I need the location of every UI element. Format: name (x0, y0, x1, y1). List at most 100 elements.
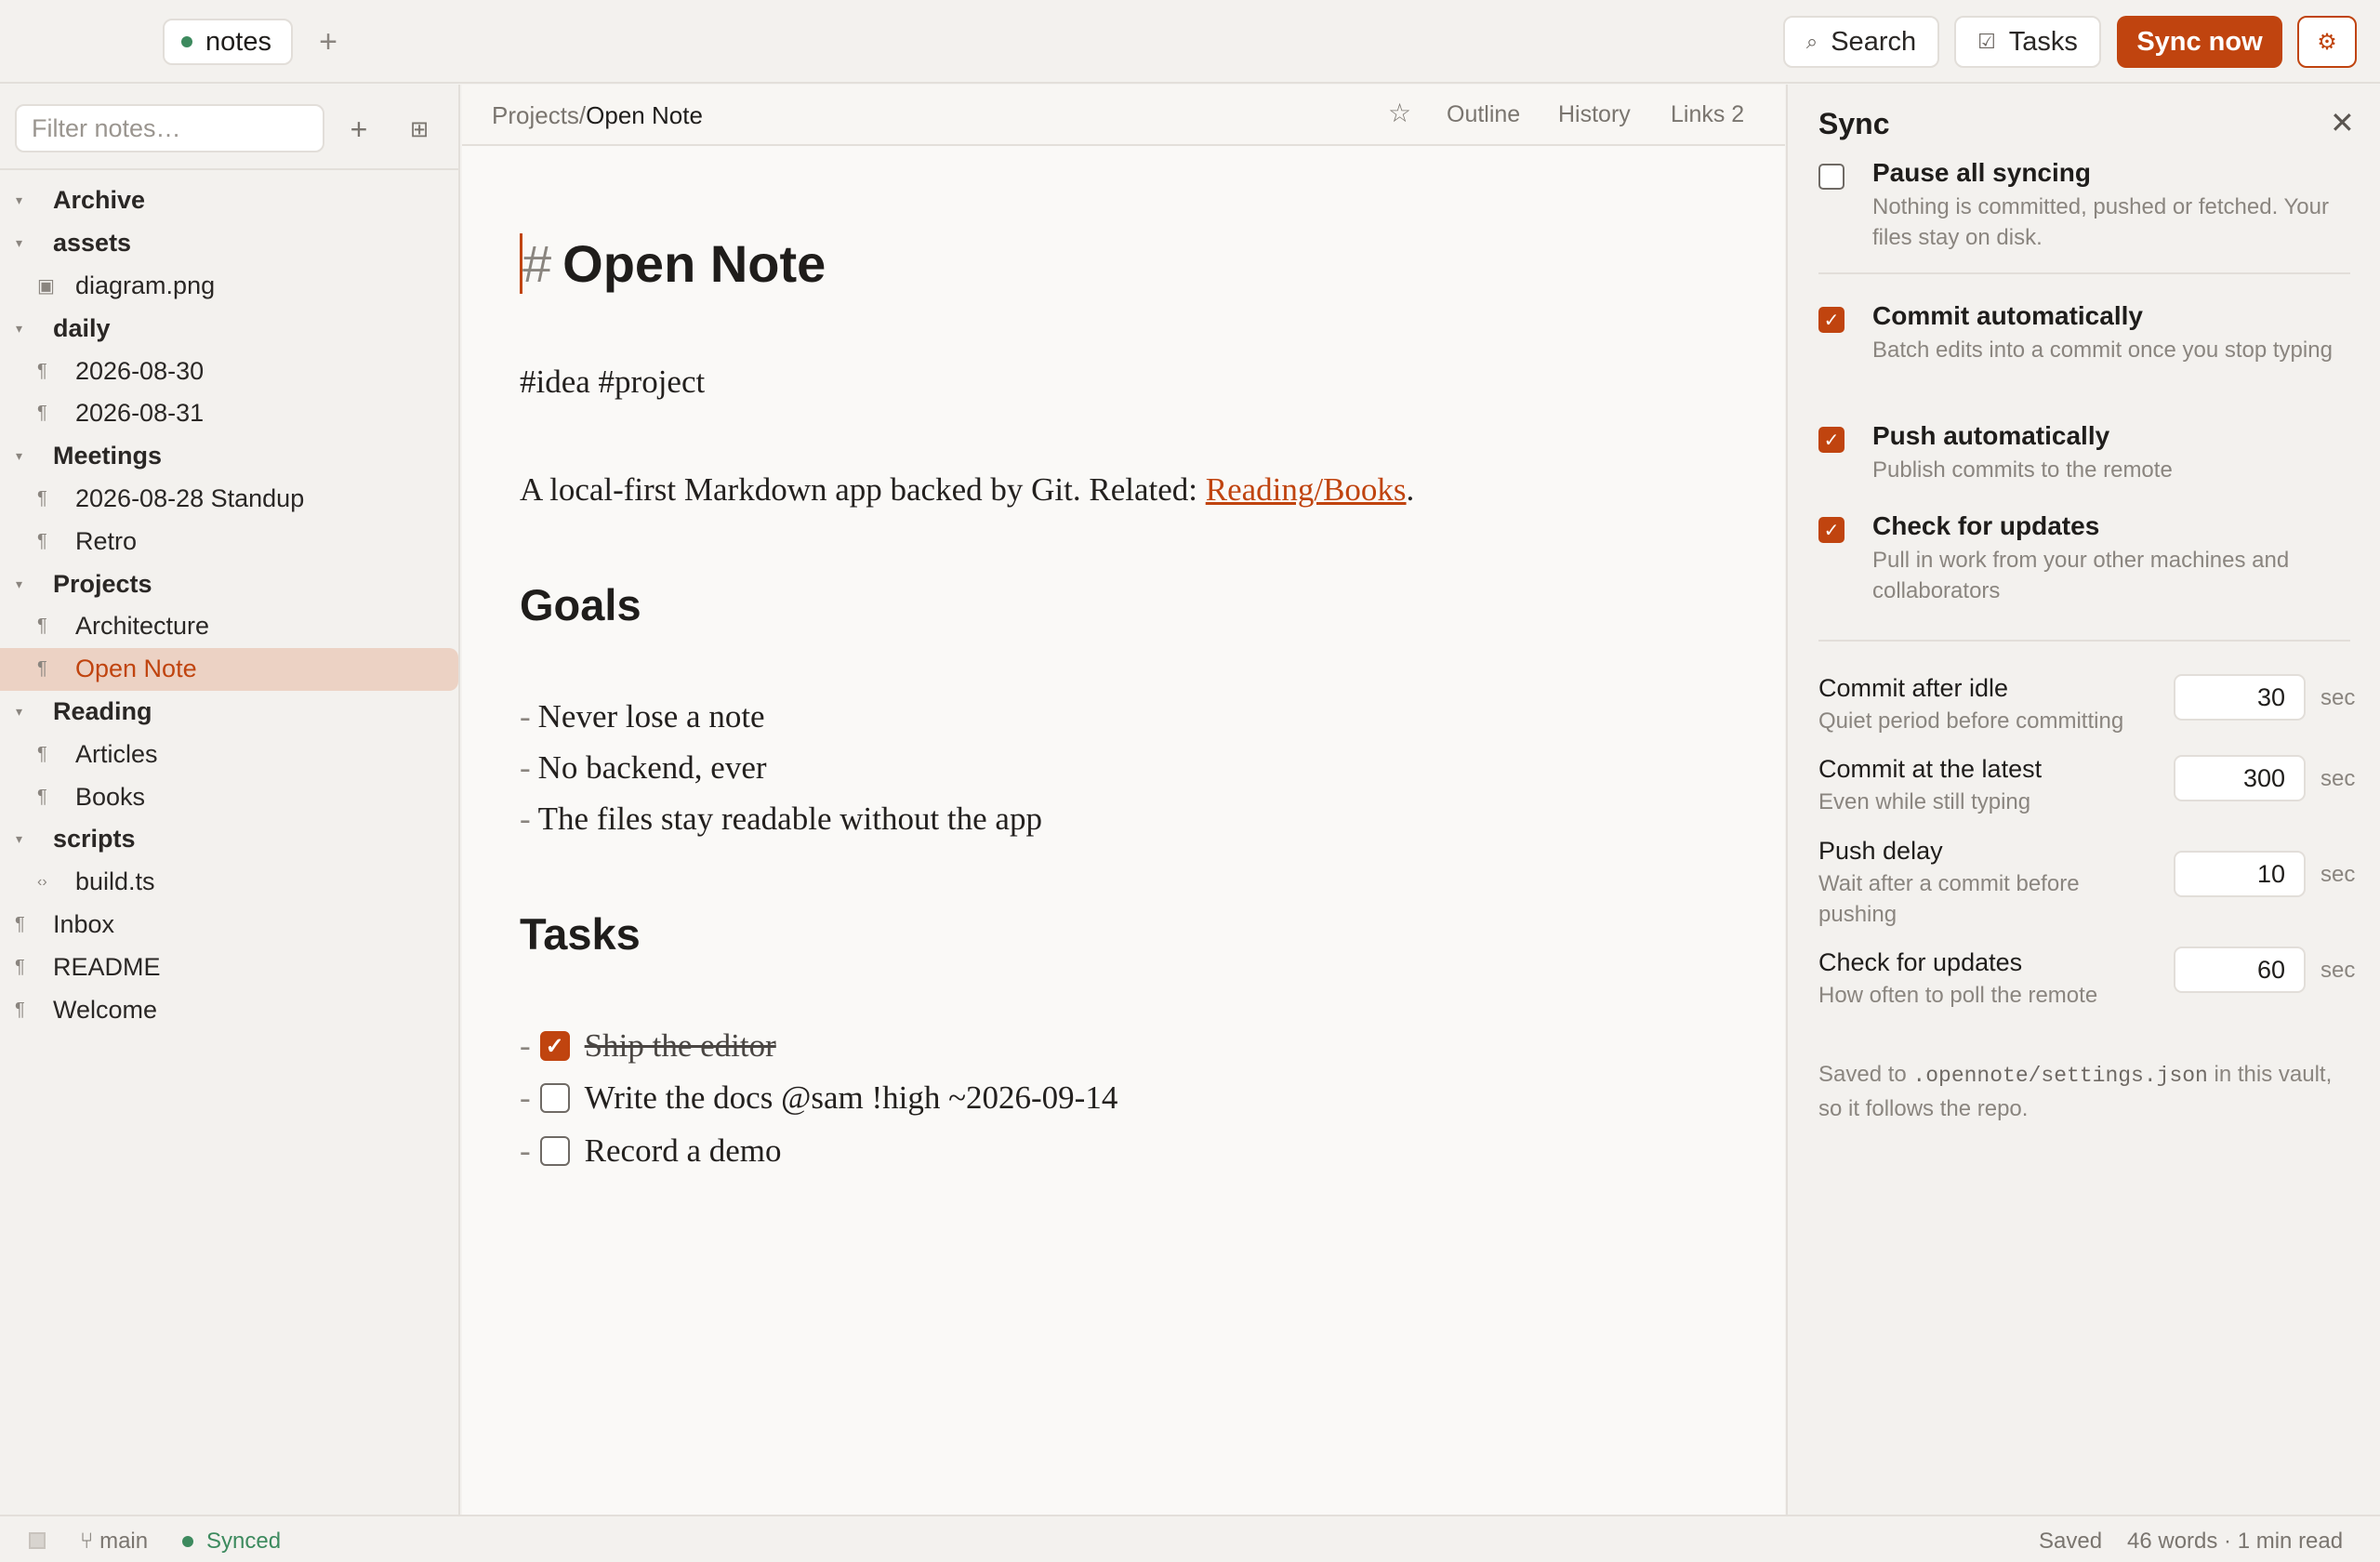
commit-after-idle-input[interactable] (2174, 674, 2306, 721)
file-tree: ▾ Archive ▾ assets ▣ diagram.png ▾ daily ¶ 2026-0… (0, 179, 460, 1031)
tree-file[interactable]: ¶ 2026-08-30 (0, 350, 460, 392)
option-title: Pause all syncing (1872, 158, 2091, 187)
add-tab-button[interactable]: + (307, 20, 350, 63)
star-icon[interactable]: ☆ (1388, 98, 1411, 128)
tasks-button-label: Tasks (2008, 26, 2078, 57)
close-icon[interactable]: ✕ (2330, 105, 2355, 140)
links-button[interactable]: Links 2 (1671, 101, 1744, 128)
note-file-icon: ¶ (37, 786, 47, 807)
tree-item-label: README (53, 952, 161, 981)
settings-button[interactable]: ⚙ (2297, 16, 2357, 68)
branch-indicator[interactable]: ⑂ main (80, 1529, 148, 1555)
new-note-button[interactable]: + (337, 108, 380, 151)
tree-file[interactable]: ¶ Inbox (0, 904, 460, 946)
outline-button[interactable]: Outline (1447, 101, 1520, 128)
chevron-down-icon[interactable]: ▾ (16, 235, 22, 251)
filter-notes-input[interactable] (15, 104, 324, 152)
sidebar: + ⊞ ▾ Archive ▾ assets ▣ diagram.png ▾ daily ¶ 20… (0, 85, 460, 1515)
option-description: Batch edits into a commit once you stop … (1872, 338, 2333, 363)
task-checkbox[interactable] (539, 1083, 570, 1113)
setting-description: Even while still typing (1818, 789, 2031, 814)
history-button[interactable]: History (1558, 101, 1631, 128)
tree-file[interactable]: ‹› build.ts (0, 861, 460, 904)
setting-title: Push delay (1818, 837, 1943, 865)
commit-automatically-checkbox[interactable]: ✓ (1818, 307, 1844, 333)
note-file-icon: ¶ (15, 956, 25, 977)
tree-folder[interactable]: ▾ Archive (0, 179, 460, 222)
unit-label: sec (2320, 862, 2356, 887)
wiki-link-reading-books[interactable]: Reading/Books (1206, 471, 1407, 508)
note-file-icon: ¶ (15, 999, 25, 1020)
tree-file[interactable]: ▣ diagram.png (0, 265, 460, 308)
list-dash: - (520, 1079, 531, 1116)
tree-folder[interactable]: ▾ assets (0, 222, 460, 265)
goal-text: The files stay readable without the app (537, 801, 1042, 837)
tree-file[interactable]: ¶ Articles (0, 733, 460, 775)
tree-file[interactable]: ¶ 2026-08-28 Standup (0, 478, 460, 521)
chevron-down-icon[interactable]: ▾ (16, 192, 22, 208)
chevron-down-icon[interactable]: ▾ (16, 576, 22, 592)
search-button[interactable]: ⌕ Search (1783, 16, 1939, 68)
tree-item-label: Inbox (53, 909, 115, 938)
task-checkbox-checked[interactable]: ✓ (539, 1031, 570, 1061)
tree-folder[interactable]: ▾ daily (0, 307, 460, 350)
settings-file-path: .opennote/settings.json (1912, 1064, 2208, 1088)
tree-item-label: 2026-08-31 (75, 399, 205, 428)
goal-text: Never lose a note (537, 698, 765, 735)
tree-file[interactable]: ¶ Welcome (0, 988, 460, 1031)
chevron-down-icon[interactable]: ▾ (16, 448, 22, 464)
breadcrumb-current: Open Note (586, 101, 703, 129)
note-file-icon: ¶ (37, 487, 47, 509)
tree-folder[interactable]: ▾ Reading (0, 691, 460, 734)
heading-marker: # (520, 233, 551, 294)
option-description: Nothing is committed, pushed or fetched.… (1872, 194, 2329, 250)
collapse-view-button[interactable]: ⊞ (398, 108, 441, 151)
chevron-down-icon[interactable]: ▾ (16, 704, 22, 720)
pause-syncing-checkbox[interactable] (1818, 164, 1844, 190)
divider (1818, 272, 2350, 274)
sync-settings-panel: Sync ✕ Pause all syncing Nothing is comm… (1786, 85, 2380, 1515)
tree-file[interactable]: ¶ Architecture (0, 605, 460, 648)
tasks-heading: Tasks (520, 909, 641, 959)
check-interval-input[interactable] (2174, 946, 2306, 993)
tasks-button[interactable]: ☑ Tasks (1954, 16, 2101, 68)
chevron-down-icon[interactable]: ▾ (16, 831, 22, 847)
option-description: Pull in work from your other machines an… (1872, 548, 2290, 603)
tree-folder[interactable]: ▾ Meetings (0, 435, 460, 478)
breadcrumb-folder[interactable]: Projects/ (492, 101, 586, 129)
push-automatically-checkbox[interactable]: ✓ (1818, 427, 1844, 453)
tree-file[interactable]: ¶ README (0, 946, 460, 988)
sync-now-button[interactable]: Sync now (2117, 16, 2282, 68)
setting-title: Commit after idle (1818, 674, 2009, 702)
task-item: - ✓ Ship the editor (520, 1027, 776, 1065)
setting-title: Commit at the latest (1818, 755, 2043, 783)
option-title: Check for updates (1872, 511, 2100, 540)
sync-status: Synced (182, 1529, 281, 1555)
chevron-down-icon[interactable]: ▾ (16, 321, 22, 337)
commit-at-latest-input[interactable] (2174, 755, 2306, 801)
unit-label: sec (2320, 685, 2356, 710)
tree-file[interactable]: ¶ Open Note (0, 647, 458, 691)
tree-folder[interactable]: ▾ scripts (0, 818, 460, 861)
option-description: Publish commits to the remote (1872, 457, 2173, 483)
tree-file[interactable]: ¶ Books (0, 775, 460, 818)
sidebar-toggle-icon[interactable] (29, 1532, 46, 1549)
goal-item: - No backend, ever (520, 749, 767, 787)
doc-tags: #idea #project (520, 364, 706, 400)
option-title: Push automatically (1872, 421, 2110, 450)
task-text: Ship the editor (584, 1027, 776, 1064)
tree-item-label: Articles (75, 739, 158, 768)
save-status: Saved (2039, 1529, 2103, 1554)
check-for-updates-checkbox[interactable]: ✓ (1818, 517, 1844, 543)
tree-file[interactable]: ¶ Retro (0, 520, 460, 563)
task-text: Write the docs @sam !high ~2026-09-14 (584, 1079, 1118, 1116)
push-delay-input[interactable] (2174, 851, 2306, 897)
tree-file[interactable]: ¶ 2026-08-31 (0, 392, 460, 435)
grid-icon: ⊞ (409, 116, 430, 142)
goal-item: - The files stay readable without the app (520, 801, 1042, 838)
task-checkbox[interactable] (539, 1136, 570, 1166)
vault-tab-notes[interactable]: notes (163, 19, 293, 65)
tree-folder[interactable]: ▾ Projects (0, 563, 460, 605)
settings-location-note: Saved to .opennote/settings.json in this… (1818, 1058, 2358, 1126)
paragraph-text: A local-first Markdown app backed by Git… (520, 471, 1206, 508)
